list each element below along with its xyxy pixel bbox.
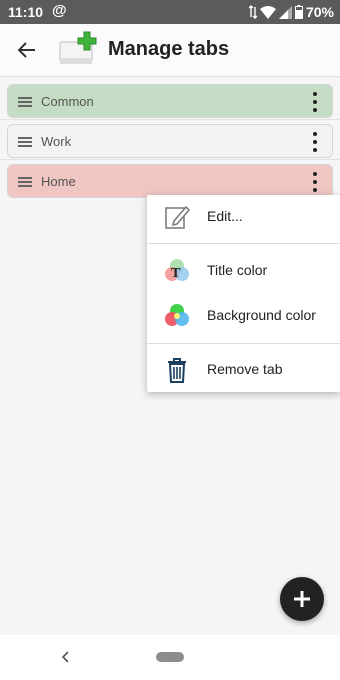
menu-divider bbox=[147, 343, 340, 344]
data-transfer-icon bbox=[248, 5, 257, 19]
nav-back-button[interactable] bbox=[58, 649, 74, 665]
signal-icon bbox=[278, 5, 292, 19]
status-icons: 70% bbox=[248, 4, 334, 20]
add-tab-icon bbox=[58, 30, 98, 70]
tab-row-home[interactable]: Home bbox=[7, 164, 333, 198]
menu-item-background-color[interactable]: Background color bbox=[147, 294, 340, 338]
menu-item-label: Background color bbox=[207, 307, 316, 323]
nav-home-pill[interactable] bbox=[156, 652, 184, 662]
divider bbox=[0, 119, 340, 120]
title-color-icon: T bbox=[163, 257, 191, 285]
status-time: 11:10 bbox=[8, 4, 44, 20]
page-title: Manage tabs bbox=[108, 38, 230, 60]
menu-divider bbox=[147, 243, 340, 244]
drag-handle-icon[interactable] bbox=[18, 97, 32, 107]
drag-handle-icon[interactable] bbox=[18, 137, 32, 147]
drag-handle-icon[interactable] bbox=[18, 177, 32, 187]
tab-label: Common bbox=[41, 94, 94, 109]
tab-row-common[interactable]: Common bbox=[7, 84, 333, 118]
app-bar: Manage tabs bbox=[0, 24, 340, 77]
menu-item-title-color[interactable]: T Title color bbox=[147, 249, 340, 293]
wifi-icon bbox=[259, 5, 276, 19]
back-button[interactable] bbox=[14, 37, 40, 63]
menu-item-remove-tab[interactable]: Remove tab bbox=[147, 348, 340, 392]
menu-item-edit[interactable]: Edit... bbox=[147, 195, 340, 239]
battery-icon bbox=[294, 5, 303, 19]
pencil-edit-icon bbox=[163, 203, 191, 231]
more-options-icon[interactable] bbox=[312, 172, 318, 192]
menu-item-label: Title color bbox=[207, 262, 268, 278]
tab-label: Home bbox=[41, 174, 76, 189]
battery-percent: 70% bbox=[305, 4, 334, 20]
add-tab-button[interactable] bbox=[280, 577, 324, 621]
system-nav-bar bbox=[0, 635, 340, 680]
tab-context-menu: Edit... T Title color Background color R… bbox=[147, 195, 340, 392]
svg-text:T: T bbox=[171, 266, 181, 281]
more-options-icon[interactable] bbox=[312, 92, 318, 112]
status-bar: 11:10 @ 70% bbox=[0, 0, 340, 24]
plus-icon bbox=[294, 591, 310, 607]
more-options-icon[interactable] bbox=[312, 132, 318, 152]
tab-row-work[interactable]: Work bbox=[7, 124, 333, 158]
arrow-left-icon bbox=[18, 42, 35, 58]
at-notification-icon: @ bbox=[52, 2, 67, 19]
background-color-icon bbox=[163, 302, 191, 330]
menu-item-label: Remove tab bbox=[207, 361, 283, 377]
nav-back-icon bbox=[61, 651, 69, 663]
menu-item-label: Edit... bbox=[207, 208, 243, 224]
tab-label: Work bbox=[41, 134, 72, 149]
trash-icon bbox=[163, 356, 191, 384]
divider bbox=[0, 159, 340, 160]
